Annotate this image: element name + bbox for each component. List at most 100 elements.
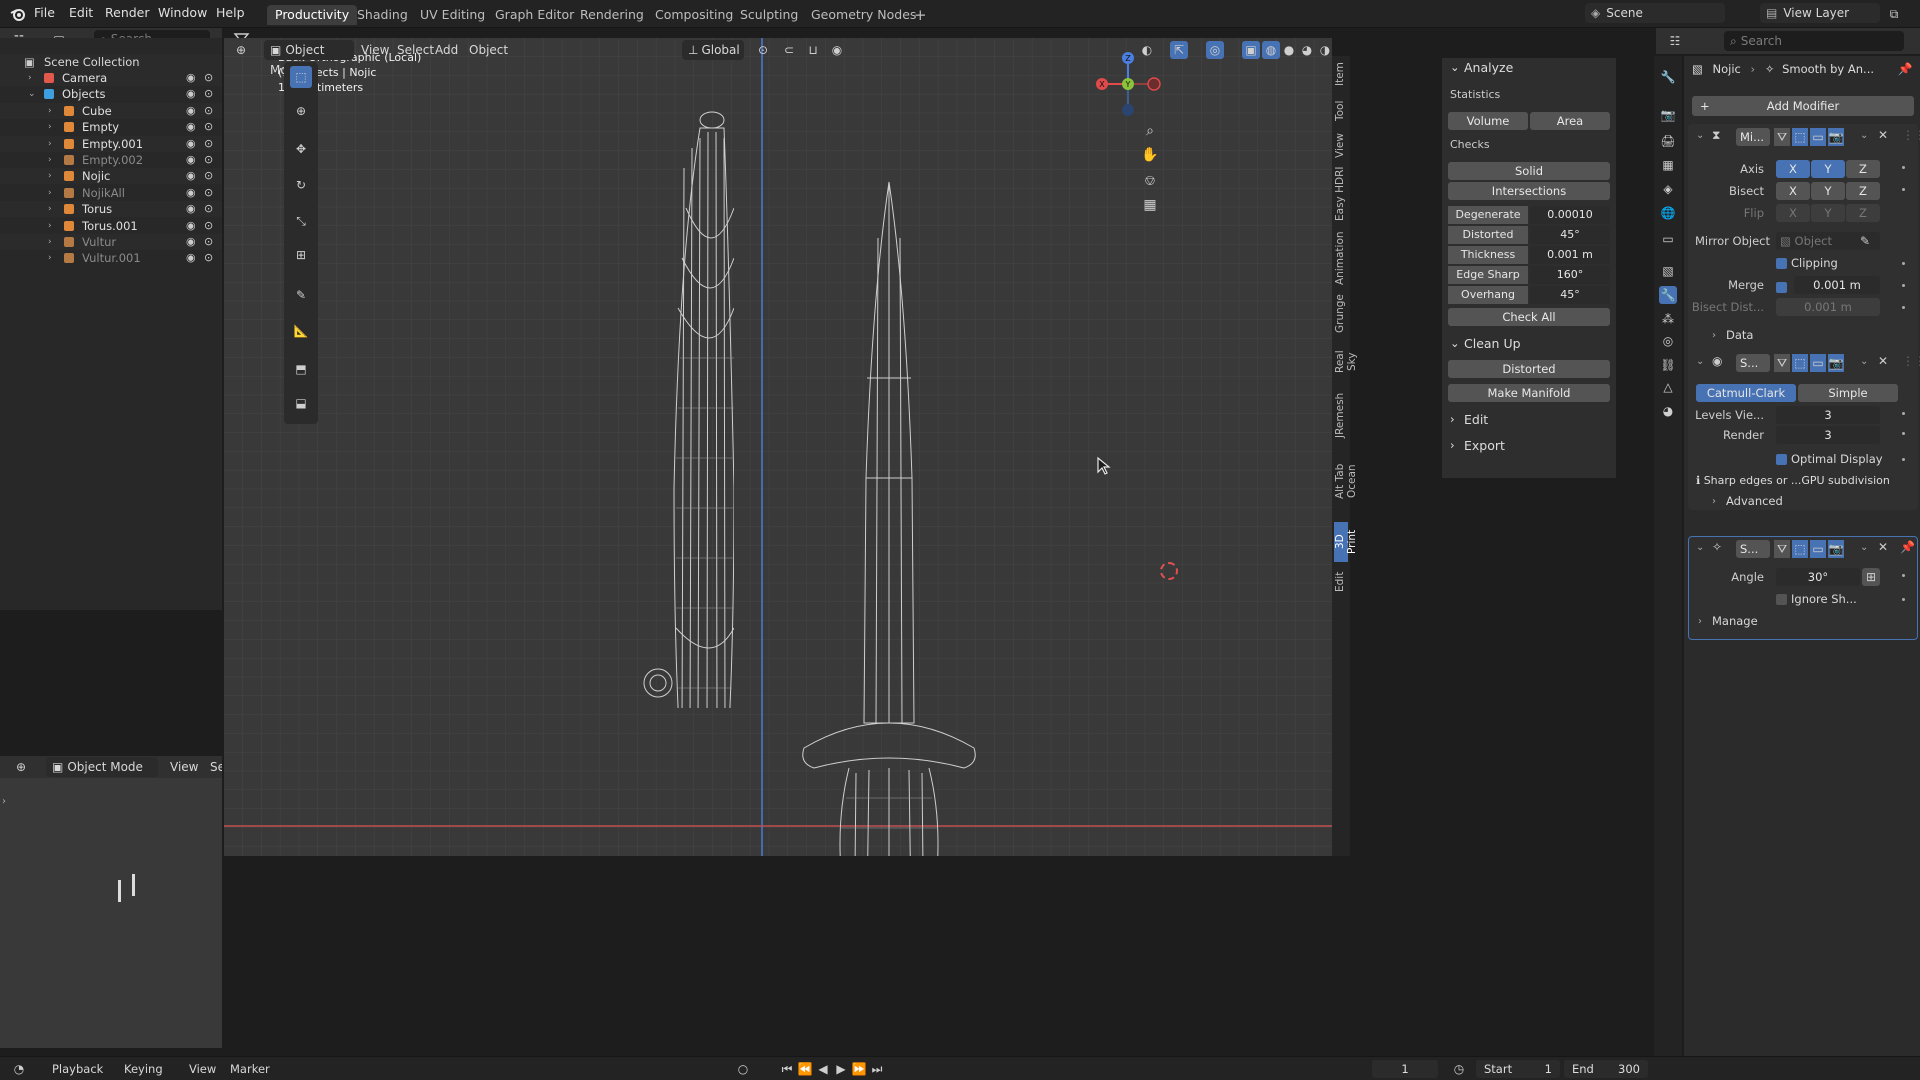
- world-icon[interactable]: 🌐: [1659, 204, 1677, 222]
- menu-edit[interactable]: Edit: [69, 5, 93, 20]
- close-icon[interactable]: ✕: [1878, 354, 1888, 368]
- physics-icon[interactable]: ◎: [1659, 332, 1677, 350]
- camera-render-icon[interactable]: ⊙: [204, 103, 213, 119]
- menu-window[interactable]: Window: [158, 5, 207, 20]
- tab-compositing[interactable]: Compositing: [647, 5, 741, 25]
- outliner-item-cube[interactable]: › Cube ◉ ⊙: [0, 102, 222, 119]
- simple-toggle[interactable]: Simple: [1798, 384, 1898, 402]
- chevron-right-icon[interactable]: ›: [48, 234, 52, 250]
- check-edge-sharp-value[interactable]: 160°: [1530, 266, 1610, 284]
- edit-cage-icon[interactable]: ⛛: [1774, 354, 1790, 372]
- camera-render-icon[interactable]: ⊙: [204, 119, 213, 135]
- check-thickness-button[interactable]: Thickness: [1448, 246, 1528, 264]
- eyedropper-icon[interactable]: ✎: [1860, 234, 1870, 248]
- outliner-item-camera[interactable]: › Camera ◉ ⊙: [0, 70, 222, 86]
- mode-selector[interactable]: ▣Object Mode: [264, 40, 354, 77]
- zoom-icon[interactable]: ⌕: [1141, 122, 1159, 140]
- editmode-icon[interactable]: ⬚: [1792, 128, 1808, 146]
- eye-visibility-icon[interactable]: ◉: [186, 86, 196, 102]
- preview-range-icon[interactable]: ◷: [1450, 1060, 1468, 1078]
- start-frame-field[interactable]: Start 1: [1476, 1060, 1560, 1078]
- make-manifold-button[interactable]: Make Manifold: [1448, 384, 1610, 402]
- eye-visibility-icon[interactable]: ◉: [186, 201, 196, 217]
- render-display-icon[interactable]: 📷: [1828, 128, 1844, 146]
- smooth-modifier-name[interactable]: S...: [1736, 540, 1770, 558]
- outliner-item-empty[interactable]: › Empty ◉ ⊙: [0, 119, 222, 135]
- render-display-icon[interactable]: 📷: [1828, 540, 1844, 558]
- eye-visibility-icon[interactable]: ◉: [186, 152, 196, 168]
- snap-icon[interactable]: ⊂: [780, 41, 798, 59]
- viewport-display-icon[interactable]: ▭: [1810, 540, 1826, 558]
- data-subpanel[interactable]: Data: [1726, 328, 1753, 342]
- chevron-down-icon[interactable]: ⌄: [1696, 356, 1704, 367]
- editor-type-icon[interactable]: ◔: [10, 1060, 28, 1078]
- view-layer-selector[interactable]: ▤ View Layer: [1760, 3, 1880, 23]
- axis-y-toggle[interactable]: Y: [1811, 160, 1845, 178]
- render-levels-field[interactable]: 3: [1776, 426, 1880, 444]
- tab-rendering[interactable]: Rendering: [572, 5, 652, 25]
- area-button[interactable]: Area: [1530, 112, 1610, 130]
- sidebar-tab-animation[interactable]: Animation: [1334, 228, 1348, 288]
- flip-y-toggle[interactable]: Y: [1811, 204, 1845, 222]
- sidebar-tab-alt-tab-ocean[interactable]: Alt Tab Ocean: [1334, 446, 1358, 516]
- advanced-subpanel[interactable]: Advanced: [1726, 494, 1783, 508]
- editor-type-icon[interactable]: ⊕: [12, 758, 30, 776]
- close-icon[interactable]: ✕: [1878, 540, 1888, 554]
- eye-visibility-icon[interactable]: ◉: [186, 218, 196, 234]
- tab-shading[interactable]: Shading: [349, 5, 416, 25]
- chevron-right-icon[interactable]: ›: [48, 168, 52, 184]
- snap-target-icon[interactable]: ⊔: [804, 41, 822, 59]
- add-modifier-button[interactable]: + Add Modifier: [1692, 96, 1914, 116]
- merge-checkbox[interactable]: [1776, 282, 1787, 293]
- scene-icon[interactable]: ◈: [1659, 180, 1677, 198]
- cursor-tool-icon[interactable]: ⊕: [290, 100, 312, 122]
- jump-keyframe-forward-icon[interactable]: ⏩: [850, 1060, 868, 1078]
- axis-z-toggle[interactable]: Z: [1846, 160, 1880, 178]
- chevron-right-icon[interactable]: ›: [48, 185, 52, 201]
- merge-distance-field[interactable]: 0.001 m: [1794, 276, 1880, 294]
- visibility-icon[interactable]: ◐: [1138, 41, 1156, 59]
- check-overhang-button[interactable]: Overhang: [1448, 286, 1528, 304]
- pan-hand-icon[interactable]: ✋: [1141, 146, 1159, 164]
- blender-logo-icon[interactable]: [10, 6, 26, 22]
- jump-end-icon[interactable]: ⏭: [868, 1060, 886, 1078]
- tab-uv-editing[interactable]: UV Editing: [412, 5, 493, 25]
- mini-3d-view[interactable]: › ‹: [0, 778, 270, 1048]
- bisect-y-toggle[interactable]: Y: [1811, 182, 1845, 200]
- mini-mode-selector[interactable]: ▣ Object Mode: [46, 757, 158, 777]
- vp-menu-view[interactable]: View: [361, 43, 389, 57]
- chevron-right-icon[interactable]: ›: [48, 103, 52, 119]
- bisect-z-toggle[interactable]: Z: [1846, 182, 1880, 200]
- measure-tool-icon[interactable]: 📐: [290, 320, 312, 342]
- bisect-distance-field[interactable]: 0.001 m: [1776, 298, 1880, 316]
- eye-visibility-icon[interactable]: ◉: [186, 103, 196, 119]
- cleanup-header[interactable]: Clean Up: [1464, 336, 1521, 351]
- transform-orientation-selector[interactable]: ⊥ Global: [682, 40, 744, 60]
- check-thickness-value[interactable]: 0.001 m: [1530, 246, 1610, 264]
- eye-visibility-icon[interactable]: ◉: [186, 168, 196, 184]
- analyze-header[interactable]: Analyze: [1464, 60, 1513, 75]
- eye-visibility-icon[interactable]: ◉: [186, 70, 196, 86]
- eye-visibility-icon[interactable]: ◉: [186, 234, 196, 250]
- menu-file[interactable]: File: [34, 5, 55, 20]
- outliner-item-empty-001[interactable]: › Empty.001 ◉ ⊙: [0, 135, 222, 152]
- mini-menu-select[interactable]: Select: [210, 760, 222, 774]
- export-panel-header[interactable]: Export: [1464, 438, 1505, 453]
- current-frame-field[interactable]: 1: [1372, 1060, 1438, 1078]
- play-reverse-icon[interactable]: ◀: [814, 1060, 832, 1078]
- ignore-sharpness-checkbox[interactable]: Ignore Sh...: [1776, 592, 1857, 606]
- outliner-item-objects[interactable]: ⌄ Objects ◉ ⊙: [0, 86, 222, 102]
- tool-settings-icon[interactable]: 🔧: [1659, 68, 1677, 86]
- bisect-x-toggle[interactable]: X: [1776, 182, 1810, 200]
- play-icon[interactable]: ▶: [832, 1060, 850, 1078]
- outliner-item-vultur[interactable]: › Vultur ◉ ⊙: [0, 234, 222, 250]
- editmode-icon[interactable]: ⬚: [1792, 354, 1808, 372]
- camera-render-icon[interactable]: ⊙: [204, 86, 213, 102]
- sidebar-tab-grunge[interactable]: Grunge: [1334, 294, 1348, 334]
- camera-render-icon[interactable]: ⊙: [204, 250, 213, 266]
- chevron-right-icon[interactable]: ›: [48, 250, 52, 266]
- editmode-icon[interactable]: ⬚: [1792, 540, 1808, 558]
- sidebar-tab-real-sky[interactable]: Real Sky: [1334, 340, 1358, 384]
- outliner-item-nojikall[interactable]: › NojikAll ◉ ⊙: [0, 185, 222, 201]
- pin-icon[interactable]: 📌: [1896, 60, 1914, 78]
